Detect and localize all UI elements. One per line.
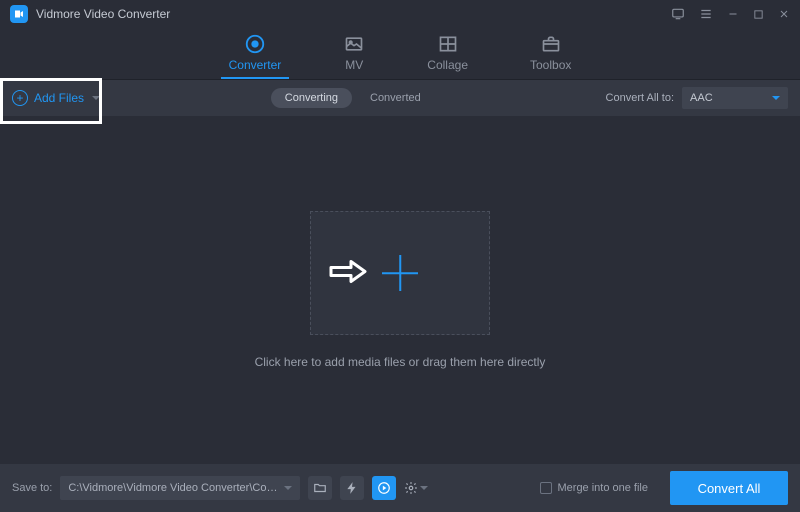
chevron-down-icon	[92, 96, 100, 100]
tab-mv[interactable]: MV	[335, 30, 373, 78]
chevron-down-icon	[420, 486, 428, 490]
settings-button[interactable]	[404, 476, 428, 500]
drop-zone[interactable]	[310, 211, 490, 335]
tab-toolbox[interactable]: Toolbox	[522, 30, 579, 78]
collage-icon	[437, 34, 459, 54]
feedback-icon[interactable]	[671, 7, 685, 21]
tab-toolbox-label: Toolbox	[530, 58, 571, 72]
format-select[interactable]: AAC	[682, 87, 788, 109]
status-segment: Converting Converted	[271, 88, 435, 108]
tab-mv-label: MV	[345, 58, 363, 72]
open-folder-button[interactable]	[308, 476, 332, 500]
tab-converter-label: Converter	[229, 58, 282, 72]
tab-collage[interactable]: Collage	[419, 30, 476, 78]
merge-label: Merge into one file	[558, 482, 649, 494]
segment-converted[interactable]: Converted	[356, 88, 435, 108]
segment-converting[interactable]: Converting	[271, 88, 352, 108]
close-icon[interactable]	[778, 8, 790, 20]
mv-icon	[343, 34, 365, 54]
converter-icon	[244, 34, 266, 54]
app-title: Vidmore Video Converter	[36, 7, 671, 21]
app-logo	[10, 5, 28, 23]
toolbox-icon	[540, 34, 562, 54]
gpu-accel-button[interactable]	[340, 476, 364, 500]
convert-all-button[interactable]: Convert All	[670, 471, 788, 505]
plus-icon	[382, 255, 418, 291]
checkbox-icon	[540, 482, 552, 494]
minimize-icon[interactable]	[727, 8, 739, 20]
merge-checkbox[interactable]: Merge into one file	[540, 482, 649, 494]
convert-all-to-label: Convert All to:	[606, 92, 674, 104]
menu-icon[interactable]	[699, 7, 713, 21]
maximize-icon[interactable]	[753, 9, 764, 20]
plus-circle-icon: +	[12, 90, 28, 106]
format-select-value: AAC	[690, 92, 713, 104]
save-path-select[interactable]: C:\Vidmore\Vidmore Video Converter\Conve…	[60, 476, 300, 500]
add-files-button[interactable]: + Add Files	[12, 90, 100, 106]
add-files-label: Add Files	[34, 91, 84, 105]
tab-converter[interactable]: Converter	[221, 30, 290, 78]
annotation-arrow-icon	[329, 259, 369, 288]
high-speed-button[interactable]	[372, 476, 396, 500]
tab-collage-label: Collage	[427, 58, 468, 72]
save-to-label: Save to:	[12, 482, 52, 494]
chevron-down-icon	[284, 486, 292, 490]
chevron-down-icon	[772, 96, 780, 100]
main-tabs: Converter MV Collage Toolbox	[0, 28, 800, 80]
drop-hint-text: Click here to add media files or drag th…	[255, 355, 546, 369]
save-path-value: C:\Vidmore\Vidmore Video Converter\Conve…	[68, 482, 282, 494]
